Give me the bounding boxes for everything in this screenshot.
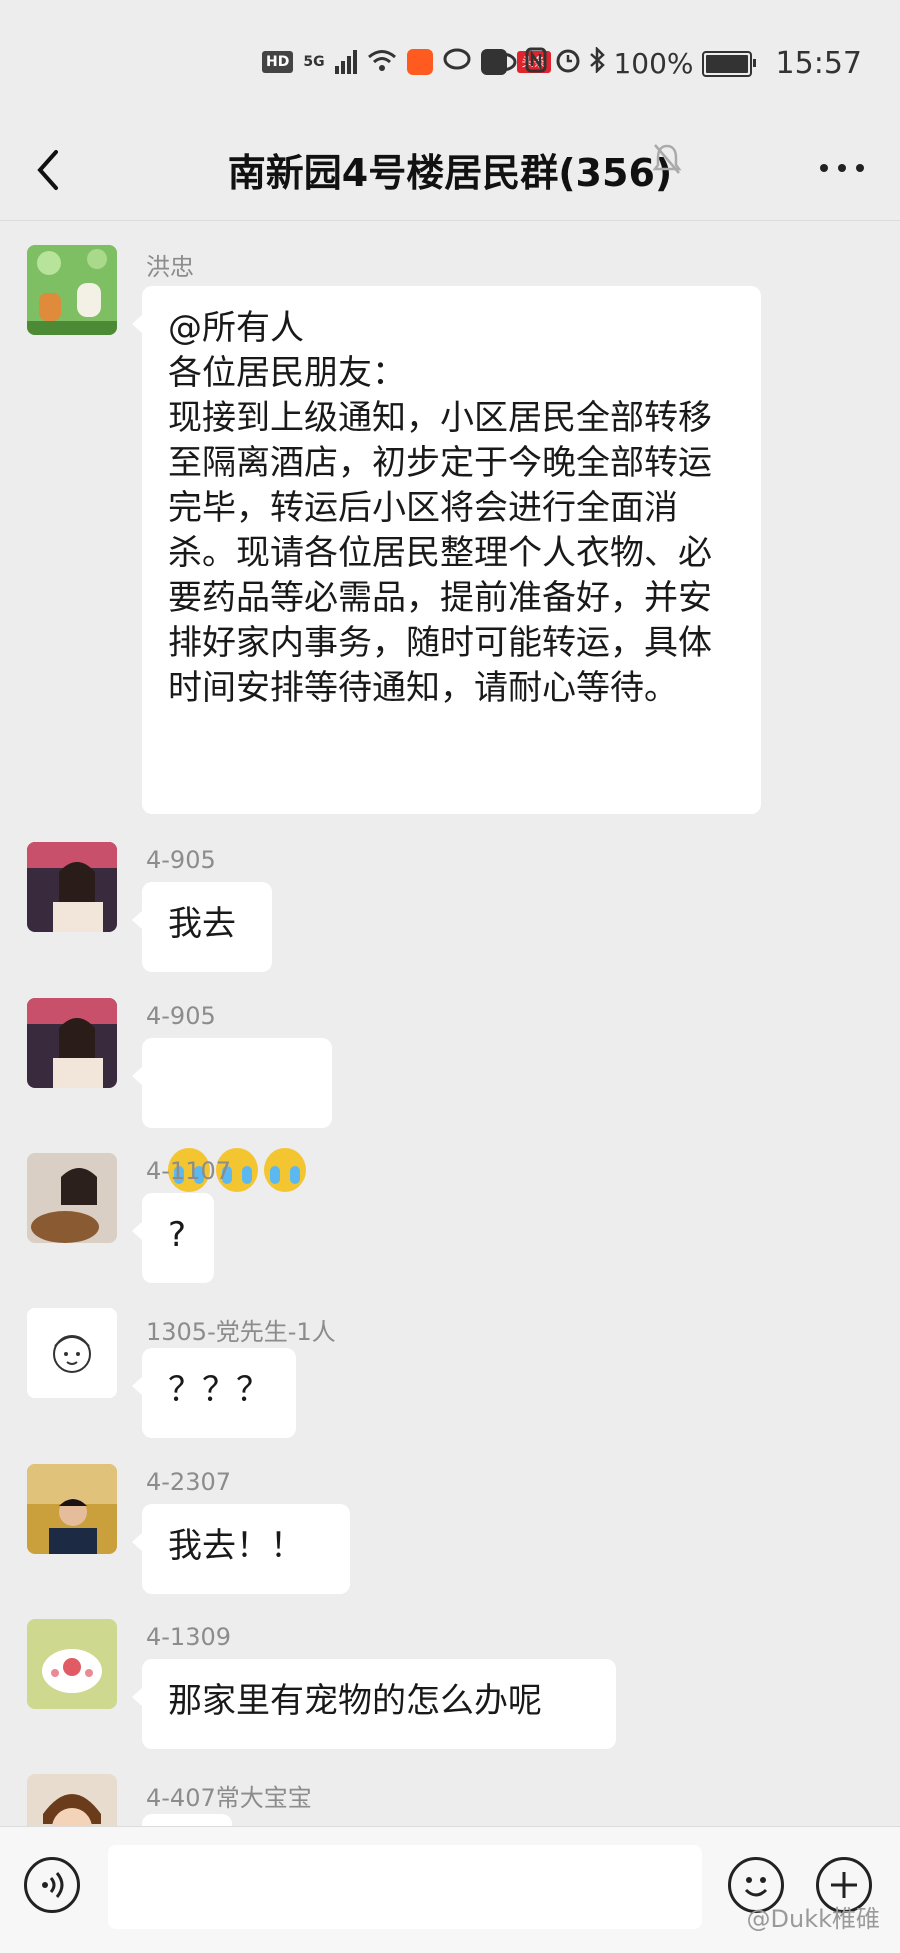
more-button[interactable] xyxy=(820,164,864,172)
signal-icon xyxy=(334,50,357,74)
status-bar: HD 5G 头条 100% 15:57 xyxy=(0,0,900,120)
sender-name: 4-905 xyxy=(146,1002,216,1030)
avatar[interactable] xyxy=(27,1619,117,1709)
status-right: 100% 15:57 xyxy=(487,45,862,81)
battery-icon xyxy=(701,50,756,77)
signal-label: 5G xyxy=(303,54,325,70)
avatar[interactable] xyxy=(27,245,117,335)
app-notify-icon xyxy=(406,49,433,75)
message-bubble[interactable]: ？？？ xyxy=(132,1348,296,1438)
message-bubble[interactable]: ? xyxy=(132,1193,214,1283)
battery-percent: 100% xyxy=(613,47,694,80)
avatar[interactable] xyxy=(27,1464,117,1554)
avatar[interactable] xyxy=(27,842,117,932)
voice-icon xyxy=(42,1872,64,1898)
sender-name: 4-407常大宝宝 xyxy=(146,1784,312,1812)
chat-title: 南新园4号楼居民群(356) xyxy=(227,151,673,195)
clock: 15:57 xyxy=(775,46,862,81)
message-bubble[interactable]: @所有人 各位居民朋友： 现接到上级通知，小区居民全部转移至隔离酒店，初步定于今… xyxy=(132,286,761,814)
avatar[interactable] xyxy=(27,1308,117,1398)
sender-name: 4-1107 xyxy=(146,1157,232,1185)
hd-badge: HD xyxy=(262,51,294,73)
weibo-watermark: @Dukk椎碓 xyxy=(746,1905,881,1933)
wifi-icon xyxy=(367,48,397,76)
message-list[interactable]: 洪忠 @所有人 各位居民朋友： 现接到上级通知，小区居民全部转移至隔离酒店，初步… xyxy=(0,221,900,1826)
alarm-icon xyxy=(555,47,581,80)
avatar[interactable] xyxy=(27,1774,117,1826)
message-icon xyxy=(443,48,471,76)
message-bubble[interactable] xyxy=(142,1814,232,1826)
avatar[interactable] xyxy=(27,1153,117,1243)
message-input[interactable] xyxy=(108,1845,702,1929)
nfc-icon xyxy=(525,47,547,80)
sender-name: 4-2307 xyxy=(146,1468,232,1496)
dot-icon xyxy=(820,164,828,172)
voice-input-button[interactable] xyxy=(24,1857,80,1913)
input-bar: @Dukk椎碓 xyxy=(0,1826,900,1953)
message-bubble[interactable]: 我去！！ xyxy=(132,1504,350,1594)
message-bubble[interactable]: 那家里有宠物的怎么办呢 xyxy=(132,1659,616,1749)
message-bubble[interactable]: 我去 xyxy=(132,882,272,972)
eye-icon xyxy=(487,47,517,80)
mute-icon xyxy=(652,142,682,180)
sender-name: 4-905 xyxy=(146,846,216,874)
sender-name: 洪忠 xyxy=(146,253,194,281)
crying-laughing-emoji-icon xyxy=(264,1148,306,1192)
sender-name: 1305-党先生-1人 xyxy=(146,1318,336,1346)
sender-name: 4-1309 xyxy=(146,1623,232,1651)
message-bubble[interactable] xyxy=(132,1038,332,1192)
dot-icon xyxy=(856,164,864,172)
chat-header: 南新园4号楼居民群(356) xyxy=(0,120,900,221)
bluetooth-icon xyxy=(589,45,606,80)
avatar[interactable] xyxy=(27,998,117,1088)
dot-icon xyxy=(838,164,846,172)
